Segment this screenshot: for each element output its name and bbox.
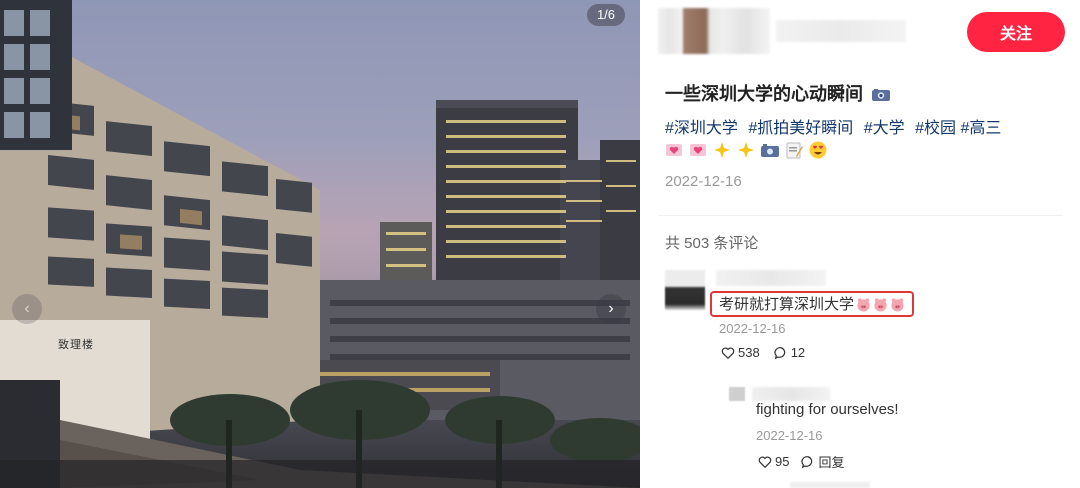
reply-to-reply-button[interactable]: 回复 — [801, 452, 844, 471]
pig-icon — [891, 297, 904, 312]
camera-icon — [761, 144, 779, 157]
tag-link[interactable]: #大学 — [864, 120, 905, 137]
author-row[interactable] — [658, 8, 908, 54]
pig-icon — [857, 297, 870, 312]
note-title-row: 一些深圳大学的心动瞬间 — [665, 80, 891, 106]
replier-name[interactable] — [752, 387, 830, 401]
replier-avatar[interactable] — [729, 387, 745, 401]
comment-reply-button[interactable]: 12 — [774, 345, 805, 360]
author-avatar[interactable] — [658, 8, 770, 54]
comment-like-button[interactable]: 538 — [721, 345, 760, 360]
sparkles-icon — [714, 142, 730, 158]
note-date: 2022-12-16 — [665, 173, 742, 190]
tag-list: #深圳大学 #抓拍美好瞬间 #大学 #校园 #高三 — [665, 114, 1007, 138]
comment-date: 2022-12-16 — [719, 321, 786, 336]
reply-text: fighting for ourselves! — [756, 401, 899, 418]
commenter-avatar[interactable] — [665, 270, 705, 310]
tag-link[interactable]: #深圳大学 — [665, 120, 738, 137]
reply-label: 回复 — [818, 455, 845, 470]
heart-eyes-icon — [809, 141, 827, 159]
next-image-button[interactable]: › — [596, 294, 626, 324]
next-comment-preview — [790, 482, 870, 488]
heart-letter-icon — [666, 144, 682, 156]
campus-photo — [0, 0, 640, 488]
heart-letter-icon — [690, 144, 706, 156]
author-name[interactable] — [776, 20, 906, 42]
pig-icon — [874, 297, 887, 312]
note-title: 一些深圳大学的心动瞬间 — [665, 84, 863, 104]
like-count: 538 — [738, 345, 760, 360]
chevron-right-icon: › — [608, 300, 614, 317]
tag-link[interactable]: #高三 — [960, 120, 1001, 137]
reply-date: 2022-12-16 — [756, 428, 823, 443]
comment-count: 共 503 条评论 — [665, 235, 759, 252]
emoji-row — [665, 140, 827, 160]
comment-text-highlight: 考研就打算深圳大学 — [710, 291, 915, 317]
chat-bubble-icon — [801, 455, 813, 469]
chevron-left-icon: ‹ — [24, 300, 30, 317]
like-count: 95 — [775, 454, 790, 469]
camera-icon — [872, 89, 891, 102]
heart-icon — [721, 346, 735, 359]
follow-button[interactable]: 关注 — [967, 12, 1065, 52]
sparkles-icon — [738, 142, 754, 158]
chat-bubble-icon — [774, 346, 785, 360]
commenter-name[interactable] — [716, 270, 826, 286]
photo-carousel[interactable]: 致理楼 1/6 ‹ › — [0, 0, 640, 488]
reply-count: 12 — [790, 345, 806, 360]
tag-link[interactable]: #校园 — [915, 120, 956, 137]
comment-actions: 538 12 — [721, 345, 805, 360]
memo-icon — [786, 142, 803, 159]
note-detail-page: 致理楼 1/6 ‹ › 关注 一些深圳大学的心动瞬间 #深圳大学 #抓拍美好瞬间… — [0, 0, 1080, 488]
comment-text: 考研就打算深圳大学 — [719, 295, 855, 313]
note-info-panel: 关注 一些深圳大学的心动瞬间 #深圳大学 #抓拍美好瞬间 #大学 #校园 #高三 — [640, 0, 1080, 488]
image-counter: 1/6 — [587, 4, 625, 26]
reply-actions: 95 回复 — [758, 452, 844, 471]
reply-like-button[interactable]: 95 — [758, 454, 789, 469]
divider — [658, 215, 1063, 216]
heart-icon — [758, 455, 772, 468]
building-sign: 致理楼 — [58, 338, 94, 351]
tag-link[interactable]: #抓拍美好瞬间 — [748, 120, 853, 137]
prev-image-button[interactable]: ‹ — [12, 294, 42, 324]
